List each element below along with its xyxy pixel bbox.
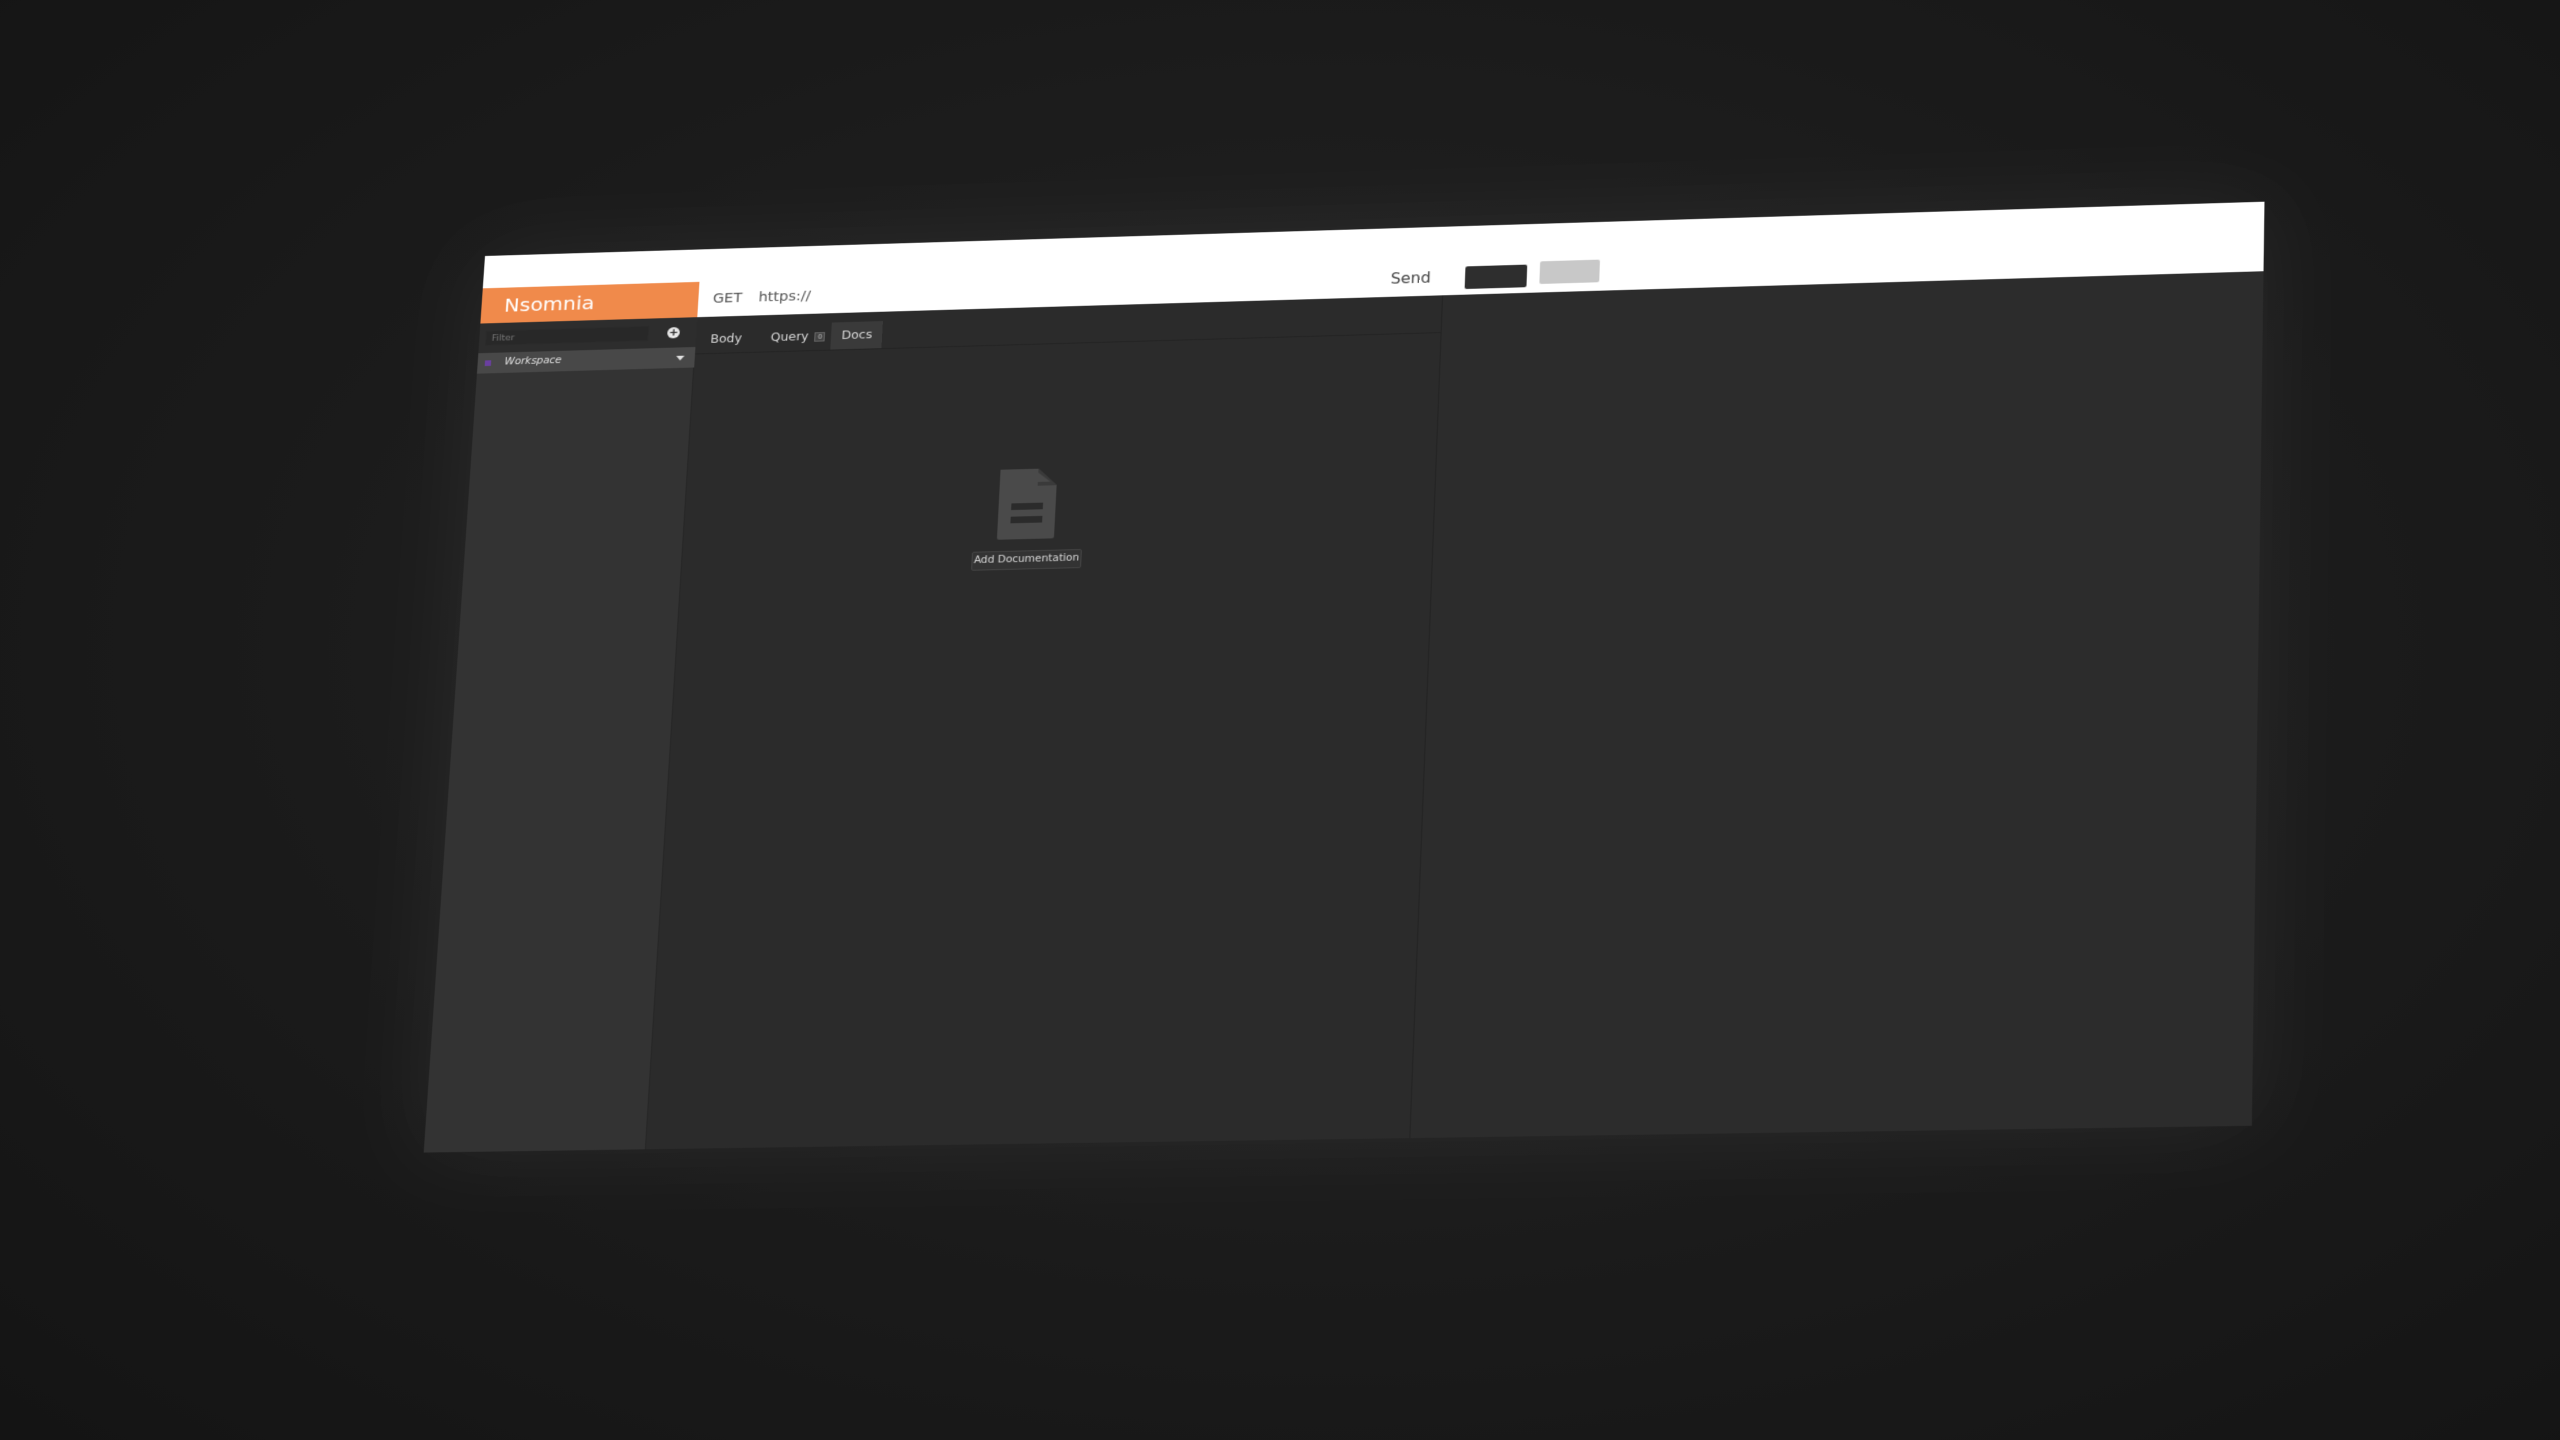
add-request-button[interactable]: + (666, 326, 681, 339)
tab-docs[interactable]: Docs (830, 321, 884, 350)
tab-body-label: Body (710, 331, 743, 346)
query-count-badge: 0 (814, 331, 826, 342)
tab-query-label: Query (770, 329, 810, 344)
send-button[interactable]: Send (1390, 260, 1432, 297)
url-input[interactable]: https:// (757, 278, 811, 315)
add-documentation-button[interactable]: Add Documentation (971, 549, 1082, 571)
request-pane: Body Query 0 Docs Add Documentation (645, 295, 1444, 1150)
document-icon (996, 468, 1058, 540)
tab-docs-label: Docs (841, 327, 873, 342)
dark-action-button[interactable] (1464, 264, 1528, 290)
grey-action-button[interactable] (1539, 259, 1600, 285)
app-window: Nsomnia GET https:// Send Filter + Works… (423, 201, 2265, 1153)
chevron-down-icon (675, 355, 685, 361)
method-selector[interactable]: GET (712, 281, 743, 317)
tab-body[interactable]: Body (699, 325, 753, 354)
response-pane (1410, 271, 2264, 1139)
filter-input[interactable]: Filter (485, 326, 650, 346)
workspace-label: Workspace (504, 355, 562, 368)
desktop-background: Nsomnia GET https:// Send Filter + Works… (0, 0, 2560, 1440)
workspace-color-mark (484, 360, 492, 367)
tab-query[interactable]: Query 0 (759, 322, 836, 351)
